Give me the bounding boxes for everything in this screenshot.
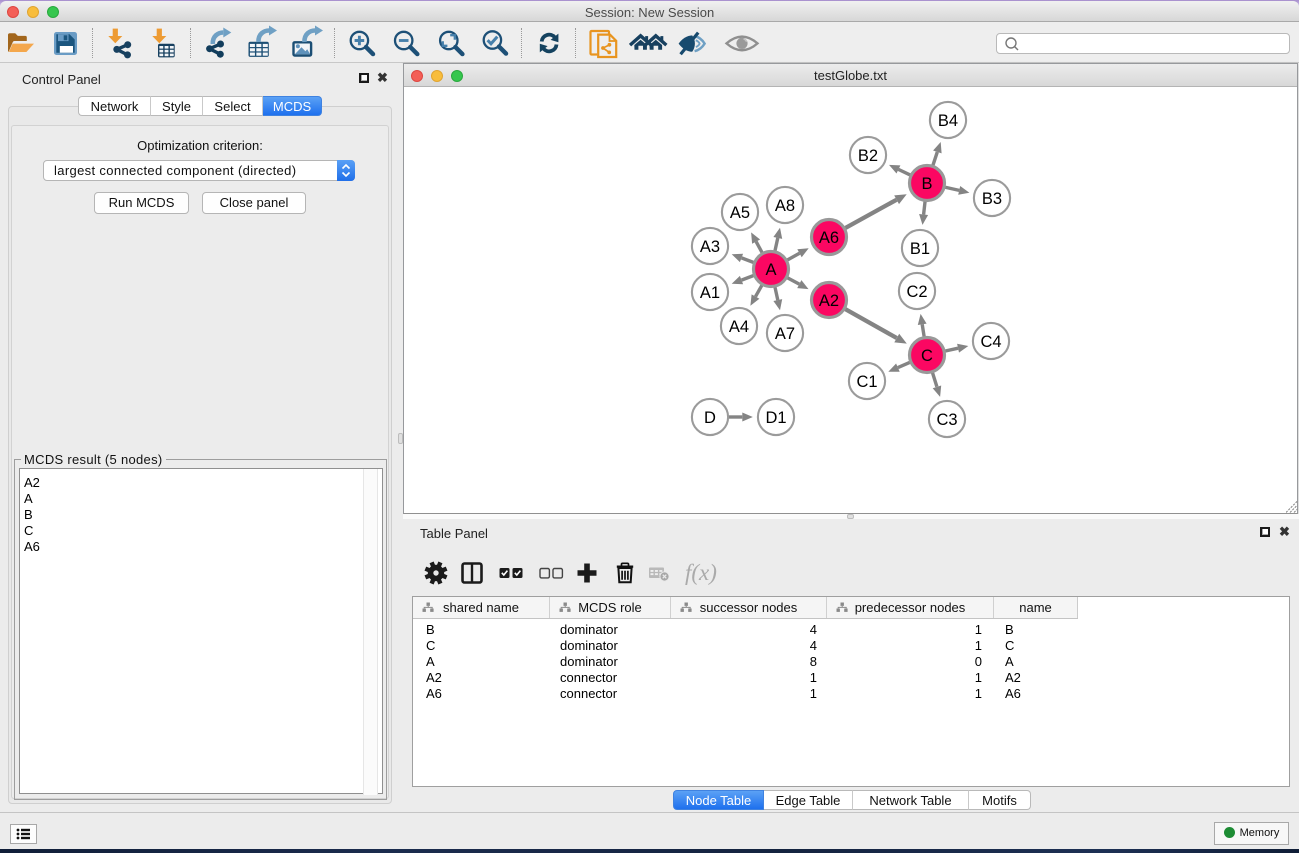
svg-text:D1: D1	[765, 409, 786, 427]
svg-text:C4: C4	[980, 333, 1001, 351]
svg-text:A4: A4	[729, 318, 749, 336]
svg-text:A2: A2	[819, 292, 839, 310]
svg-text:B4: B4	[938, 112, 958, 130]
svg-text:A3: A3	[700, 238, 720, 256]
svg-text:C2: C2	[906, 283, 927, 301]
svg-text:B: B	[921, 175, 932, 193]
svg-text:A1: A1	[700, 284, 720, 302]
svg-text:A: A	[765, 261, 776, 279]
svg-text:B3: B3	[982, 190, 1002, 208]
svg-text:C1: C1	[856, 373, 877, 391]
svg-text:C: C	[921, 347, 933, 365]
svg-text:A7: A7	[775, 325, 795, 343]
svg-text:B2: B2	[858, 147, 878, 165]
svg-text:A8: A8	[775, 197, 795, 215]
svg-text:B1: B1	[910, 240, 930, 258]
svg-text:A6: A6	[819, 229, 839, 247]
svg-text:D: D	[704, 409, 716, 427]
svg-text:C3: C3	[936, 411, 957, 429]
svg-text:A5: A5	[730, 204, 750, 222]
